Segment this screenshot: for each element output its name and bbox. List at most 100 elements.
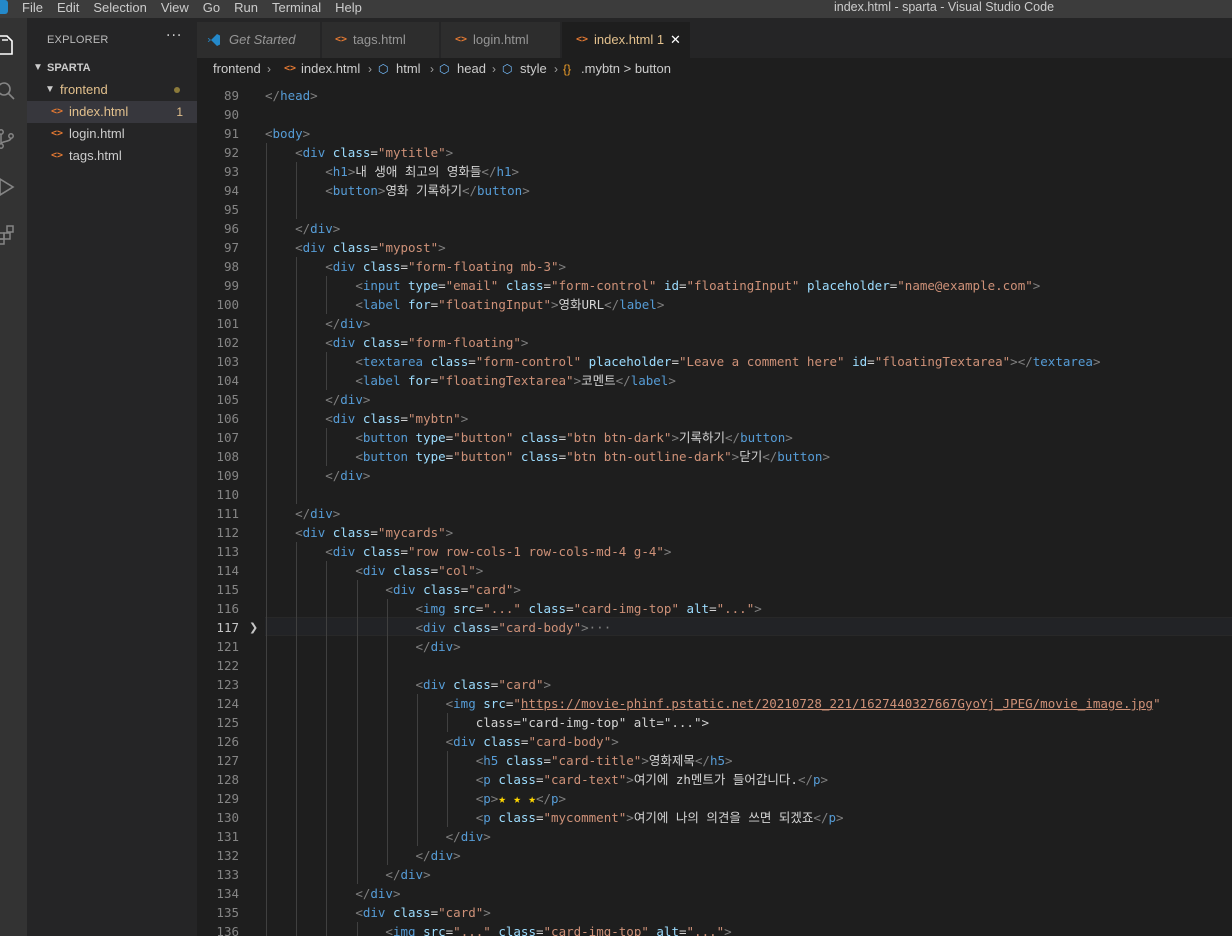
html-file-icon: <> — [335, 34, 348, 45]
line-number: 112 — [216, 525, 239, 540]
code-line: <div class="mybtn"> — [325, 411, 469, 426]
run-debug-icon[interactable] — [0, 168, 27, 204]
chevron-right-icon: › — [368, 62, 372, 76]
line-number: 115 — [216, 582, 239, 597]
line-number: 123 — [216, 677, 239, 692]
files-icon[interactable] — [0, 26, 27, 62]
menu-run[interactable]: Run — [234, 0, 258, 18]
chevron-right-icon: › — [554, 62, 558, 76]
tab-label: tags.html — [353, 32, 406, 47]
line-number: 107 — [216, 430, 239, 445]
line-number: 106 — [216, 411, 239, 426]
line-number: 132 — [216, 848, 239, 863]
line-number: 95 — [223, 202, 239, 217]
line-number: 94 — [223, 183, 239, 198]
html-file-icon: <> — [284, 63, 297, 74]
line-number: 111 — [216, 506, 239, 521]
chevron-down-icon: ▼ — [33, 62, 43, 73]
tab-tags-html[interactable]: <> tags.html — [322, 22, 440, 58]
chevron-right-icon: › — [430, 62, 434, 76]
line-number: 128 — [216, 772, 239, 787]
workspace-header[interactable]: ▼ SPARTA — [27, 57, 197, 79]
html-file-icon: <> — [51, 106, 64, 117]
menu-help[interactable]: Help — [335, 0, 362, 18]
line-number: 127 — [216, 753, 239, 768]
tab-label: login.html — [473, 32, 529, 47]
menu-terminal[interactable]: Terminal — [272, 0, 321, 18]
file-tags-html[interactable]: <> tags.html — [27, 145, 197, 167]
tab-label: Get Started — [229, 32, 296, 47]
code-line: </div> — [295, 506, 341, 521]
code-line: <div class="form-floating mb-3"> — [325, 259, 567, 274]
folder-label: frontend — [60, 82, 108, 97]
breadcrumb-folder[interactable]: frontend — [213, 58, 261, 80]
line-number: 109 — [216, 468, 239, 483]
file-label: login.html — [69, 126, 125, 141]
line-number: 96 — [223, 221, 239, 236]
code-editor[interactable]: 89 90 91 92 93 94 95 96 97 98 99 100 101 102 103 104 105… — [197, 80, 1232, 936]
code-line: <button type="button" class="btn btn-out… — [355, 449, 830, 464]
line-number: 98 — [223, 259, 239, 274]
line-number: 124 — [216, 696, 239, 711]
tab-index-html[interactable]: <> index.html 1 ✕ — [562, 22, 691, 58]
code-line: </div> — [325, 468, 371, 483]
chevron-right-icon: › — [267, 62, 271, 76]
workspace-label: SPARTA — [47, 62, 91, 74]
line-number: 122 — [216, 658, 239, 673]
file-label: index.html — [69, 104, 129, 119]
html-file-icon: <> — [576, 34, 589, 45]
line-number: 105 — [216, 392, 239, 407]
extensions-icon[interactable] — [0, 216, 27, 252]
code-line: <img src="..." class="card-img-top" alt=… — [385, 924, 732, 936]
file-index-html[interactable]: <> index.html 1 — [27, 101, 197, 123]
tab-login-html[interactable]: <> login.html — [441, 22, 561, 58]
close-icon[interactable]: ✕ — [670, 22, 681, 58]
breadcrumb-html[interactable]: html — [396, 58, 421, 80]
code-line: <img src="https://movie-phinf.pstatic.ne… — [445, 696, 1161, 711]
code-line: </head> — [265, 88, 318, 103]
code-line: class="card-img-top" alt="..."> — [265, 715, 710, 730]
html-file-icon: <> — [51, 128, 64, 139]
symbol-element-icon: ⬡ — [378, 62, 389, 76]
activity-bar — [0, 18, 27, 936]
breadcrumb-selector[interactable]: .mybtn > button — [581, 58, 671, 80]
line-number: 130 — [216, 810, 239, 825]
line-number: 92 — [223, 145, 239, 160]
line-number: 108 — [216, 449, 239, 464]
file-login-html[interactable]: <> login.html — [27, 123, 197, 145]
code-line: </div> — [325, 316, 371, 331]
breadcrumb-file[interactable]: index.html — [301, 58, 360, 80]
search-icon[interactable] — [0, 72, 27, 108]
more-actions-icon[interactable]: ··· — [166, 28, 182, 44]
code-line: <div class="form-floating"> — [325, 335, 529, 350]
breadcrumb-head[interactable]: head — [457, 58, 486, 80]
menu-go[interactable]: Go — [203, 0, 220, 18]
menu-file[interactable]: File — [22, 0, 43, 18]
symbol-element-icon: ⬡ — [502, 62, 513, 76]
code-line: <div class="card"> — [385, 582, 521, 597]
menu-view[interactable]: View — [161, 0, 189, 18]
line-number: 121 — [216, 639, 239, 654]
breadcrumb-style[interactable]: style — [520, 58, 547, 80]
fold-chevron-icon[interactable]: ❯ — [249, 618, 258, 637]
code-line: <img src="..." class="card-img-top" alt=… — [415, 601, 762, 616]
menu-bar: File Edit Selection View Go Run Terminal… — [22, 0, 376, 18]
line-number: 90 — [223, 107, 239, 122]
folder-frontend[interactable]: ▼ frontend — [27, 79, 197, 101]
menu-selection[interactable]: Selection — [93, 0, 146, 18]
code-line: <div class="mycards"> — [295, 525, 454, 540]
line-number: 135 — [216, 905, 239, 920]
line-number: 113 — [216, 544, 239, 559]
menu-edit[interactable]: Edit — [57, 0, 79, 18]
source-control-icon[interactable] — [0, 120, 27, 156]
code-line: <h1>내 생애 최고의 영화들</h1> — [325, 164, 520, 179]
line-number: 89 — [223, 88, 239, 103]
tab-get-started[interactable]: Get Started — [197, 22, 321, 58]
code-line: <p>★ ★ ★</p> — [475, 791, 567, 806]
line-number: 136 — [216, 924, 239, 936]
line-number: 117 — [216, 620, 239, 635]
line-number: 125 — [216, 715, 239, 730]
vscode-logo-icon[interactable] — [0, 0, 8, 14]
html-file-icon: <> — [455, 34, 468, 45]
line-number: 126 — [216, 734, 239, 749]
